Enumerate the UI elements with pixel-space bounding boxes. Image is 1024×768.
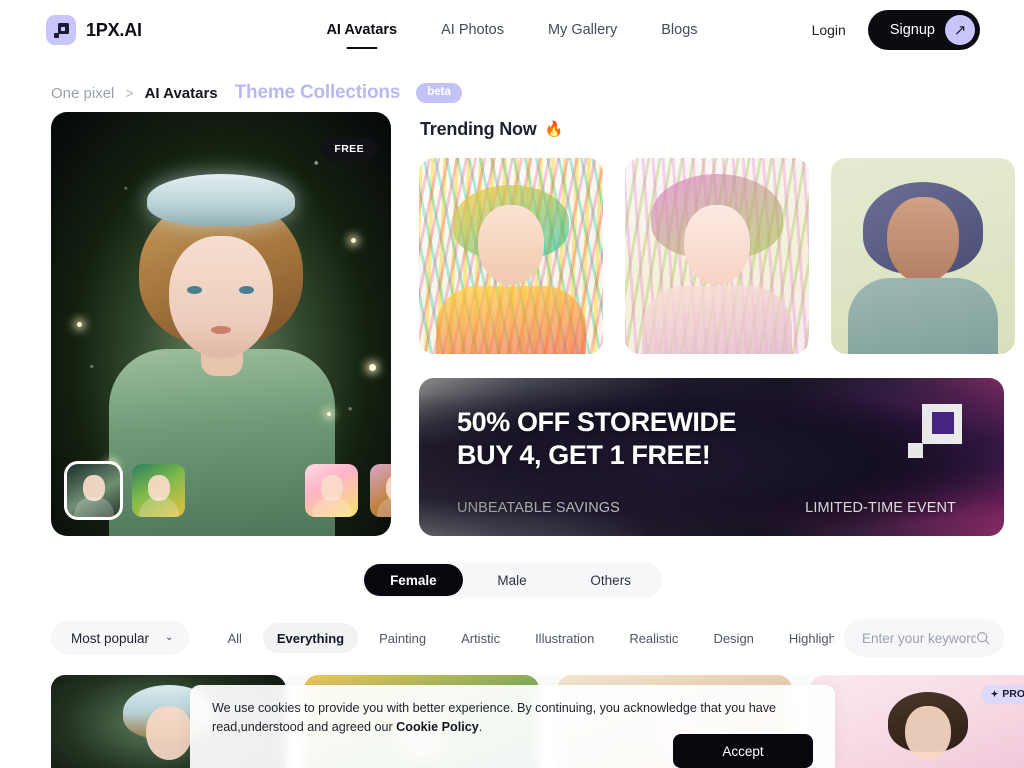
gender-tab-group: Female Male Others xyxy=(362,562,662,598)
trending-cards xyxy=(419,158,1015,354)
tab-male[interactable]: Male xyxy=(463,564,562,596)
breadcrumb-root[interactable]: One pixel xyxy=(51,85,114,102)
beta-badge: beta xyxy=(416,83,462,103)
right-column: Trending Now 🔥 50% OFF STOREWIDE BUY 4, … xyxy=(419,112,1015,536)
breadcrumb-separator-icon: > xyxy=(125,85,134,101)
signup-label: Signup xyxy=(889,22,935,38)
logo-icon xyxy=(46,15,76,45)
search-input[interactable] xyxy=(862,630,976,646)
search-box[interactable] xyxy=(844,619,1004,657)
hero-thumbnail-2[interactable] xyxy=(305,463,358,517)
filter-bar: Most popular ⌄ All Everything Painting A… xyxy=(0,598,1024,657)
sparkle-icon: ✦ xyxy=(990,688,999,699)
fire-icon: 🔥 xyxy=(544,120,564,138)
hero-preview[interactable]: FREE xyxy=(51,112,391,536)
promo-banner[interactable]: 50% OFF STOREWIDE BUY 4, GET 1 FREE! UNB… xyxy=(419,378,1004,536)
promo-line-1: 50% OFF STOREWIDE xyxy=(457,407,737,437)
chip-all[interactable]: All xyxy=(213,623,255,653)
promo-line-2: BUY 4, GET 1 FREE! xyxy=(457,439,711,470)
hero-thumbnail-0[interactable] xyxy=(64,460,123,520)
site-header: 1PX.AI AI Avatars AI Photos My Gallery B… xyxy=(0,0,1024,60)
tab-others[interactable]: Others xyxy=(561,564,660,596)
trending-header: Trending Now 🔥 xyxy=(419,112,1004,146)
header-actions: Login Signup ↗ xyxy=(812,10,980,50)
chip-illustration[interactable]: Illustration xyxy=(521,623,608,653)
page-title: Theme Collections xyxy=(234,82,401,103)
nav-item-blogs[interactable]: Blogs xyxy=(661,18,697,42)
trending-title: Trending Now xyxy=(420,118,537,139)
cookie-policy-link[interactable]: Cookie Policy xyxy=(396,720,479,734)
hero-thumbnail-strip[interactable] xyxy=(64,460,391,520)
brand-logo[interactable]: 1PX.AI xyxy=(46,15,142,45)
nav-item-ai-avatars[interactable]: AI Avatars xyxy=(326,18,397,42)
free-badge: FREE xyxy=(321,138,377,161)
cookie-text-before: We use cookies to provide you with bette… xyxy=(212,701,777,734)
hero-thumbnail-1[interactable] xyxy=(132,463,185,517)
cookie-text: We use cookies to provide you with bette… xyxy=(212,699,813,736)
app-root: 1PX.AI AI Avatars AI Photos My Gallery B… xyxy=(0,0,1024,768)
sort-dropdown-label: Most popular xyxy=(71,630,150,646)
chevron-down-icon: ⌄ xyxy=(165,632,174,643)
pro-badge-label: PRO xyxy=(1002,688,1024,700)
chip-highlight[interactable]: Highlight xyxy=(775,623,834,653)
tab-female[interactable]: Female xyxy=(364,564,463,596)
chip-artistic[interactable]: Artistic xyxy=(447,623,514,653)
chip-realistic[interactable]: Realistic xyxy=(615,623,692,653)
login-link[interactable]: Login xyxy=(812,22,846,38)
chip-everything[interactable]: Everything xyxy=(262,623,359,653)
chip-design[interactable]: Design xyxy=(699,623,767,653)
trending-card-2[interactable] xyxy=(831,158,1015,354)
nav-item-ai-photos[interactable]: AI Photos xyxy=(441,18,504,42)
brand-name: 1PX.AI xyxy=(86,19,142,40)
signup-button[interactable]: Signup ↗ xyxy=(867,10,980,50)
gallery-card-3[interactable]: ✦ PRO xyxy=(810,675,1024,768)
arrow-up-right-icon: ↗ xyxy=(945,15,975,45)
cookie-text-after: . xyxy=(478,719,483,734)
search-icon xyxy=(977,632,990,645)
hero-thumbnail-3[interactable] xyxy=(370,463,391,517)
breadcrumb: One pixel > AI Avatars Theme Collections… xyxy=(0,60,1024,103)
pro-badge: ✦ PRO xyxy=(980,685,1024,704)
main-content: FREE Trending Now 🔥 50% OFF STOREWIDE BU… xyxy=(0,100,1024,536)
chip-painting[interactable]: Painting xyxy=(365,623,440,653)
cookie-accept-button[interactable]: Accept xyxy=(673,734,813,768)
cookie-banner: We use cookies to provide you with bette… xyxy=(190,685,835,768)
trending-card-0[interactable] xyxy=(419,158,603,354)
breadcrumb-current[interactable]: AI Avatars xyxy=(145,85,218,102)
trending-card-1[interactable] xyxy=(625,158,809,354)
category-chips: All Everything Painting Artistic Illustr… xyxy=(213,623,834,653)
sort-dropdown[interactable]: Most popular ⌄ xyxy=(51,621,190,655)
nav-item-my-gallery[interactable]: My Gallery xyxy=(548,18,617,42)
